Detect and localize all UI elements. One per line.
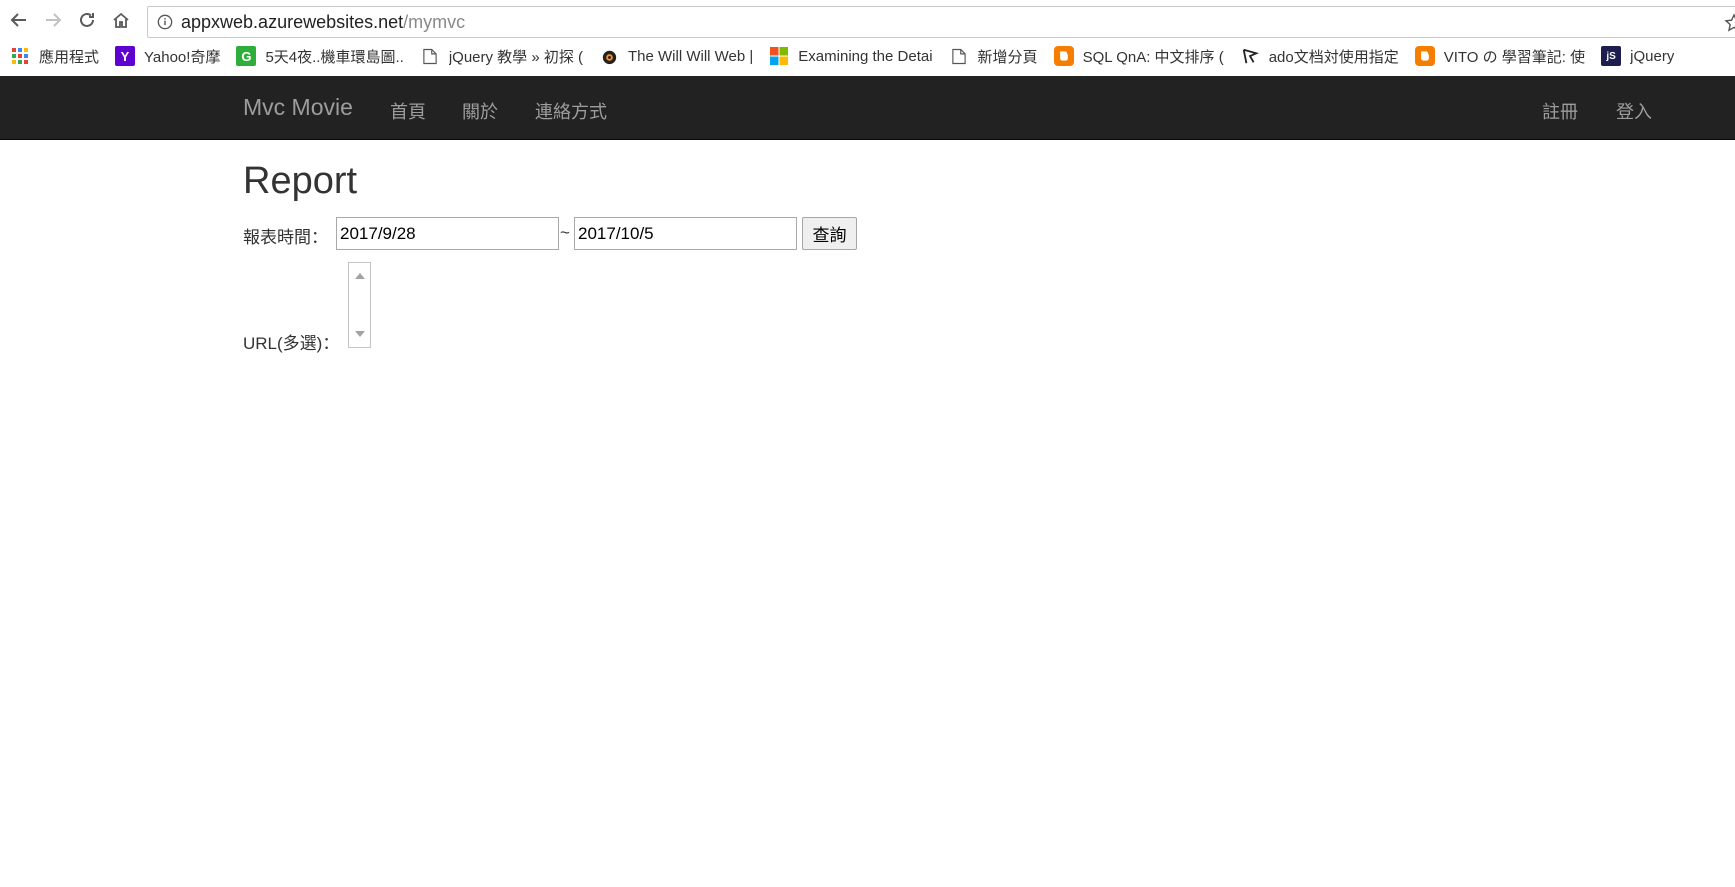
brand-link[interactable]: Mvc Movie (243, 94, 353, 121)
arrow-right-icon (46, 13, 62, 27)
bookmark-sql-qna[interactable]: SQL QnA: 中文排序 ( (1053, 46, 1224, 67)
bookmark-label: VITO の 學習筆記: 使 (1443, 48, 1586, 66)
bookmarks-bar: 應用程式 Y Yahoo!奇摩 G 5天4夜..機車環島圖.. jQuery 教… (0, 40, 1735, 72)
page-icon (420, 46, 440, 66)
bookmark-vito[interactable]: VITO の 學習筆記: 使 (1414, 46, 1586, 67)
bookmark-jquery-tutorial[interactable]: jQuery 教學 » 初探 ( (420, 46, 583, 67)
start-date-input[interactable] (336, 217, 559, 250)
url-multiselect-label: URL(多選)： (243, 334, 340, 353)
bookmark-apps[interactable]: 應用程式 (10, 46, 99, 67)
end-date-input[interactable] (574, 217, 797, 250)
bookmark-new-tab[interactable]: 新增分頁 (949, 46, 1038, 67)
forward-button[interactable] (38, 5, 68, 35)
info-icon[interactable] (156, 13, 174, 31)
scroll-up-arrow-icon[interactable] (355, 273, 365, 279)
scroll-down-arrow-icon[interactable] (355, 331, 365, 337)
bookmark-label: jQuery (1630, 47, 1675, 65)
bookmark-label: SQL QnA: 中文排序 ( (1082, 48, 1224, 66)
bookmark-label: 5天4夜..機車環島圖.. (265, 48, 404, 66)
bookmark-jquery[interactable]: jS jQuery (1601, 46, 1674, 66)
home-icon (113, 12, 129, 28)
address-bar[interactable]: appxweb.azurewebsites.net/mymvc (147, 6, 1735, 38)
home-button[interactable] (106, 5, 136, 35)
bookmark-travel[interactable]: G 5天4夜..機車環島圖.. (236, 46, 404, 67)
bookmark-willwillweb[interactable]: The Will Will Web | (599, 46, 753, 66)
yahoo-icon: Y (115, 46, 136, 66)
microsoft-icon (769, 46, 789, 66)
eye-icon (599, 46, 619, 66)
nav-link-about[interactable]: 關於 (462, 98, 498, 124)
browser-toolbar: appxweb.azurewebsites.net/mymvc (0, 0, 1735, 40)
query-button[interactable]: 查詢 (802, 217, 857, 250)
bookmark-examining[interactable]: Examining the Detai (769, 46, 933, 66)
star-icon[interactable] (1724, 13, 1735, 33)
bookmark-label: Examining the Detai (798, 47, 933, 65)
bookmark-label: Yahoo!奇摩 (144, 48, 221, 66)
nav-link-contact[interactable]: 連絡方式 (535, 98, 607, 124)
flag-icon (1240, 46, 1260, 66)
url-host: appxweb.azurewebsites.net (181, 11, 404, 32)
report-time-label: 報表時間： (243, 228, 328, 247)
login-link[interactable]: 登入 (1616, 98, 1652, 124)
apps-grid-icon (10, 46, 30, 66)
url-path: /mymvc (403, 11, 466, 32)
bookmark-label: 應用程式 (39, 48, 100, 66)
bookmark-label: ado文档対使用指定 (1268, 48, 1399, 66)
blogger-icon (1053, 46, 1074, 66)
bookmark-ado[interactable]: ado文档対使用指定 (1240, 46, 1399, 67)
date-separator: ~ (560, 223, 570, 242)
url-multiselect[interactable] (348, 262, 371, 348)
site-navbar: Mvc Movie 首頁 關於 連絡方式 註冊 登入 (0, 76, 1735, 140)
arrow-left-icon (10, 13, 26, 27)
reload-icon (80, 12, 94, 27)
reload-button[interactable] (72, 5, 102, 35)
bookmark-label: 新增分頁 (977, 48, 1038, 66)
bookmark-label: The Will Will Web | (628, 47, 754, 65)
back-button[interactable] (4, 5, 34, 35)
site-icon: jS (1601, 46, 1622, 66)
register-link[interactable]: 註冊 (1542, 98, 1578, 124)
bookmark-yahoo[interactable]: Y Yahoo!奇摩 (115, 46, 220, 67)
nav-link-home[interactable]: 首頁 (390, 98, 426, 124)
page-title: Report (243, 160, 358, 202)
site-icon: G (236, 46, 257, 66)
bookmark-label: jQuery 教學 » 初探 ( (448, 48, 583, 66)
page-icon (949, 46, 969, 66)
blogger-icon (1414, 46, 1435, 66)
